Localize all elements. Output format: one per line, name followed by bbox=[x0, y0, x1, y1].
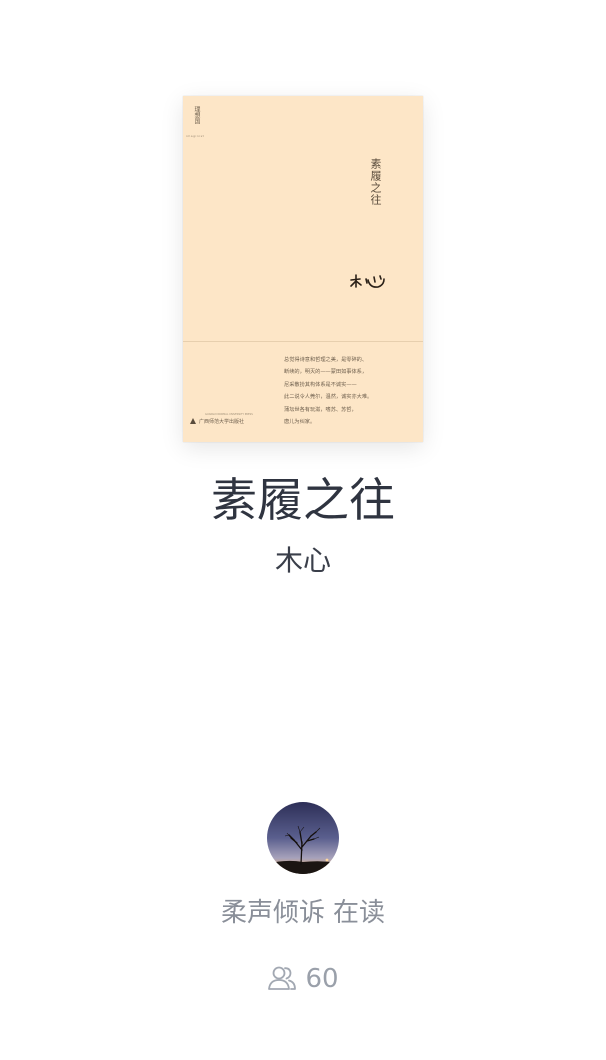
cover-press-english: GUANGXI NORMAL UNIVERSITY PRESS bbox=[205, 413, 253, 416]
reader-avatar[interactable] bbox=[267, 802, 339, 874]
cover-publisher-sub: imaginist bbox=[186, 134, 205, 138]
book-detail-page: 理想国 imaginist 素履之往 总觉得诗意和哲理之美，是零碎的、 断续的，… bbox=[0, 0, 606, 1060]
book-title: 素履之往 bbox=[211, 473, 395, 527]
reader-status: 在读 bbox=[333, 898, 386, 928]
cover-vertical-title: 素履之往 bbox=[369, 158, 382, 206]
readers-count[interactable]: 60 bbox=[0, 961, 606, 997]
cover-publisher-mark: 理想国 bbox=[193, 106, 200, 124]
press-logo-icon bbox=[190, 418, 196, 424]
cover-blurb-text: 总觉得诗意和哲理之美，是零碎的、 断续的，明灭的——蒙田如事体系， 尼采散扮其构… bbox=[284, 357, 373, 426]
people-icon bbox=[268, 966, 297, 990]
cover-press-name: 广西师范大学出版社 bbox=[190, 418, 244, 425]
book-author[interactable]: 木心 bbox=[0, 541, 606, 581]
cover-divider bbox=[183, 341, 423, 342]
reader-status-line[interactable]: 柔声倾诉 在读 bbox=[0, 893, 606, 933]
cover-press-label: 广西师范大学出版社 bbox=[199, 419, 245, 425]
cover-signature-calligraphy bbox=[350, 274, 385, 288]
book-cover[interactable]: 理想国 imaginist 素履之往 总觉得诗意和哲理之美，是零碎的、 断续的，… bbox=[183, 96, 423, 442]
readers-count-value: 60 bbox=[305, 964, 339, 994]
reader-name[interactable]: 柔声倾诉 bbox=[221, 898, 325, 928]
avatar-twilight-tree-icon bbox=[267, 802, 339, 874]
